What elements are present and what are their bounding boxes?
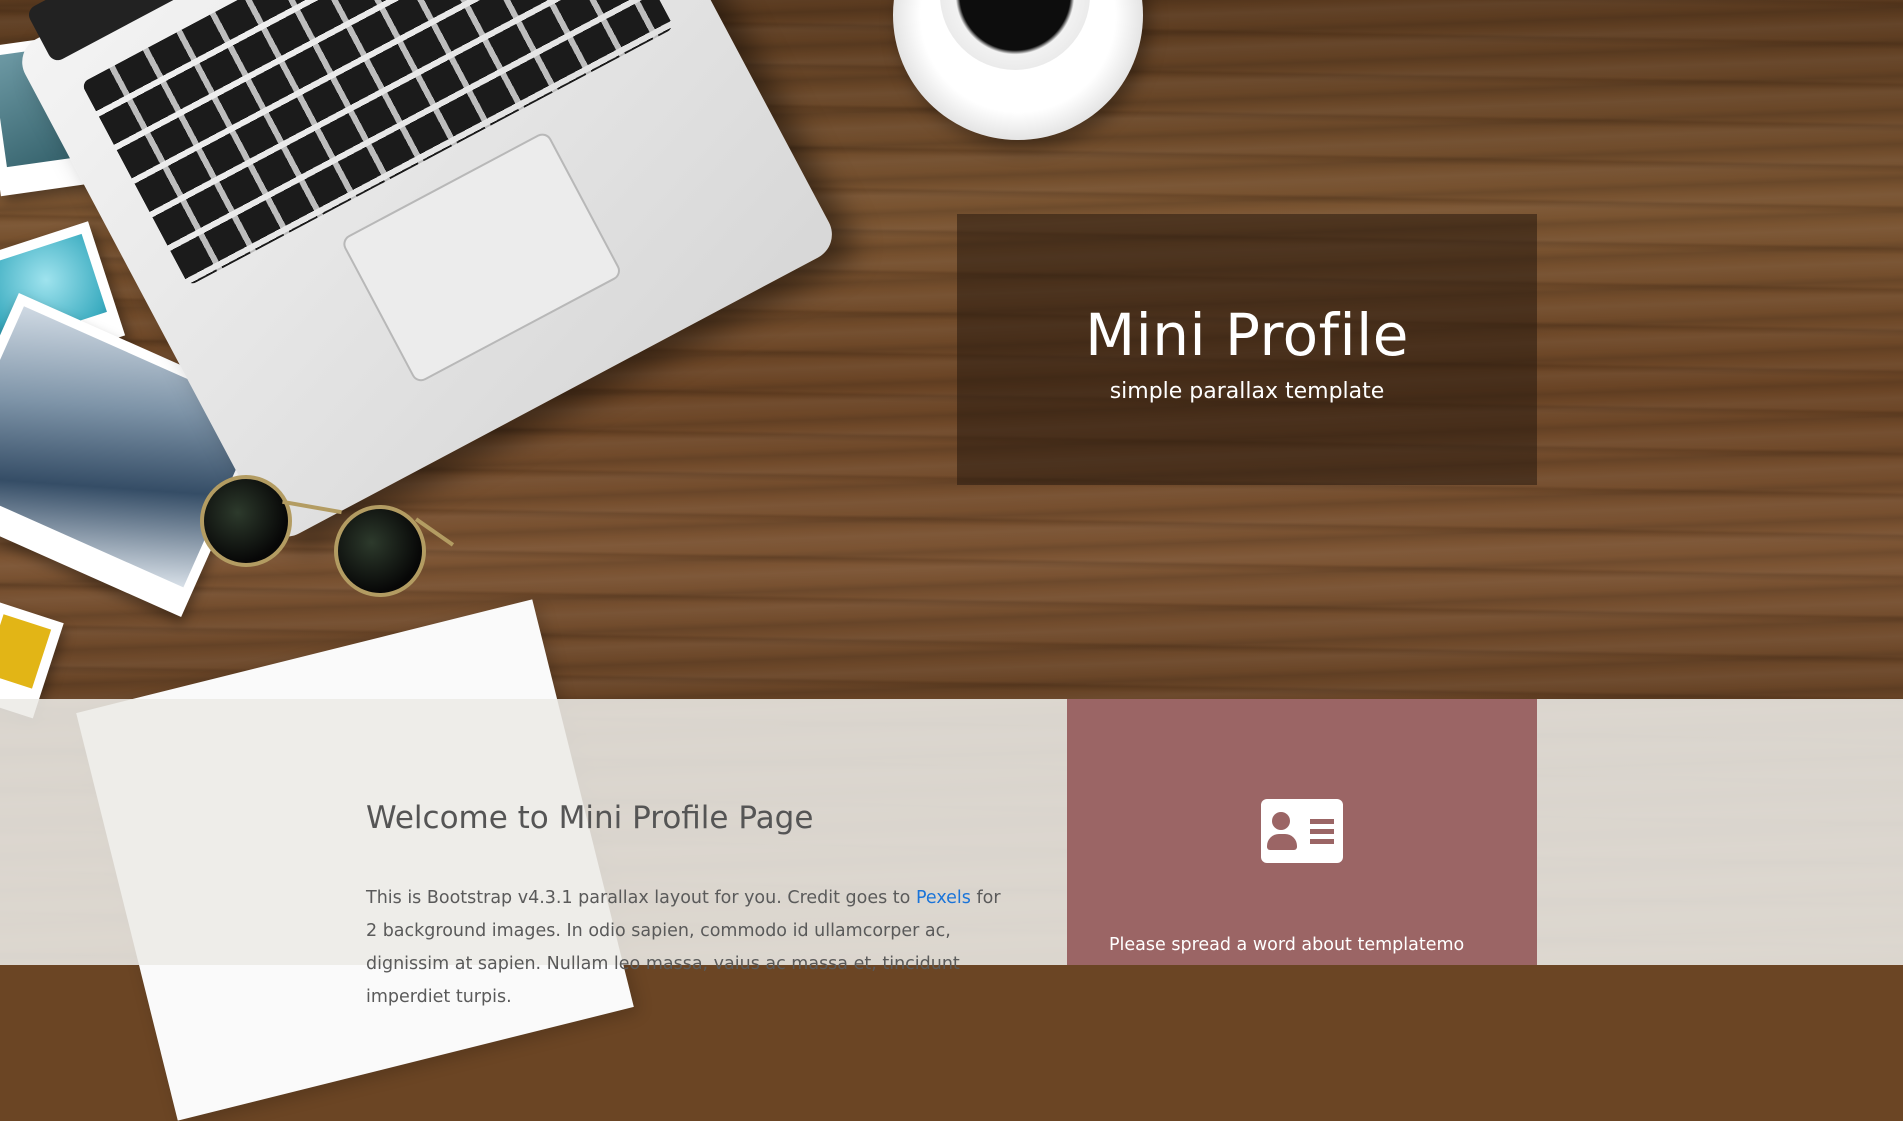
profile-card: Please spread a word about templatemo [1067, 699, 1537, 965]
sunglasses-lens [334, 505, 426, 597]
hero-title-box: Mini Profile simple parallax template [957, 214, 1537, 485]
card-text: Please spread a word about templatemo [1109, 935, 1465, 955]
site-subtitle: simple parallax template [1109, 379, 1385, 404]
pexels-link[interactable]: Pexels [916, 888, 971, 908]
intro-paragraph: This is Bootstrap v4.3.1 parallax layout… [366, 882, 1006, 1014]
sunglasses-lens [200, 475, 292, 567]
intro-text: This is Bootstrap v4.3.1 parallax layout… [366, 888, 916, 908]
site-title: Mini Profile [1085, 301, 1409, 369]
welcome-heading: Welcome to Mini Profile Page [366, 800, 814, 836]
address-card-icon [1261, 799, 1343, 863]
